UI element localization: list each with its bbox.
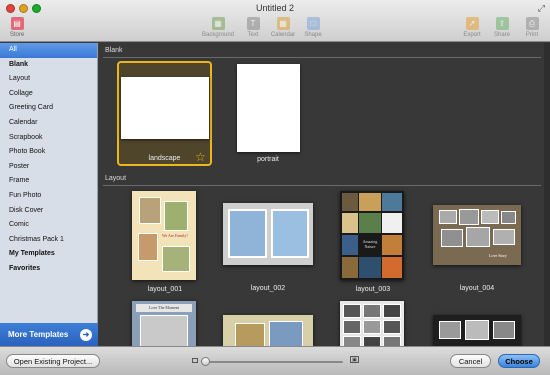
template-label: portrait — [257, 156, 279, 163]
layout-section-heading: Layout — [105, 175, 127, 182]
content-scrollbar[interactable] — [544, 43, 550, 346]
sidebar-item-layout[interactable]: Layout — [0, 72, 97, 87]
sidebar-item-scrapbook[interactable]: Scrapbook — [0, 131, 97, 146]
sidebar-item-poster[interactable]: Poster — [0, 160, 97, 175]
zoom-out-icon[interactable] — [192, 358, 198, 363]
cancel-button[interactable]: Cancel — [450, 354, 491, 368]
template-layout-006[interactable] — [223, 315, 313, 346]
text-icon: T — [246, 17, 260, 30]
sidebar-item-disk-cover[interactable]: Disk Cover — [0, 204, 97, 219]
arrow-right-icon: ➜ — [80, 328, 92, 341]
section-divider — [103, 185, 541, 186]
text-button[interactable]: T Text — [236, 17, 270, 38]
choose-button[interactable]: Choose — [498, 354, 540, 368]
sidebar-item-christmas-pack-1[interactable]: Christmas Pack 1 — [0, 233, 97, 248]
shape-label: Shape — [304, 32, 322, 38]
background-icon: ▦ — [211, 17, 225, 30]
favorite-star-icon[interactable]: ☆ — [195, 151, 206, 163]
sidebar-item-all[interactable]: All — [0, 43, 97, 58]
share-icon: ⇪ — [495, 17, 509, 30]
sidebar-item-my-templates[interactable]: My Templates — [0, 247, 97, 262]
layout-003-preview: Amazing Nature — [340, 191, 404, 280]
sidebar-item-frame[interactable]: Frame — [0, 174, 97, 189]
portrait-page-preview — [237, 64, 300, 152]
layout-002-preview — [223, 203, 313, 265]
background-label: Background — [201, 32, 235, 38]
print-button[interactable]: ⎙ Print — [515, 17, 549, 38]
window-title: Untitled 2 — [255, 3, 295, 13]
share-label: Share — [493, 32, 510, 38]
calendar-label: Calendar — [270, 32, 296, 38]
love-story-text: Love Story — [489, 253, 507, 258]
layout-007-preview — [340, 301, 404, 346]
sidebar-item-calendar[interactable]: Calendar — [0, 116, 97, 131]
bottom-bar: Open Existing Project... ▣ Cancel Choose — [0, 346, 550, 375]
sidebar-item-fun-photo[interactable]: Fun Photo — [0, 189, 97, 204]
template-layout-004[interactable]: Love Story layout_004 — [433, 205, 523, 295]
calendar-button[interactable]: ▦ Calendar — [266, 17, 300, 38]
shape-icon: □ — [306, 17, 320, 30]
template-browser: Blank landscape ☆ portrait Layout We Are… — [99, 43, 550, 346]
shape-button[interactable]: □ Shape — [296, 17, 330, 38]
export-label: Export — [463, 32, 481, 38]
blank-section-heading: Blank — [105, 47, 123, 54]
template-label: layout_003 — [355, 286, 391, 293]
zoom-slider-track[interactable] — [206, 361, 343, 363]
section-divider — [103, 57, 541, 58]
store-icon: ▤ — [10, 17, 24, 30]
more-templates-button[interactable]: More Templates ➜ — [0, 323, 98, 346]
export-icon: ↗ — [465, 17, 479, 30]
background-button[interactable]: ▦ Background — [201, 17, 235, 38]
landscape-page-preview — [121, 77, 209, 139]
more-templates-label: More Templates — [8, 330, 69, 339]
store-label: Store — [9, 32, 25, 38]
template-layout-003[interactable]: Amazing Nature layout_003 — [340, 191, 406, 295]
store-button[interactable]: ▤ Store — [0, 17, 34, 38]
layout-004-preview: Love Story — [433, 205, 521, 265]
sidebar-item-photo-book[interactable]: Photo Book — [0, 145, 97, 160]
template-layout-002[interactable]: layout_002 — [223, 203, 315, 295]
fullscreen-icon[interactable]: ⤢ — [538, 3, 545, 14]
sidebar-item-collage[interactable]: Collage — [0, 87, 97, 102]
print-label: Print — [525, 32, 539, 38]
category-sidebar: All Blank Layout Collage Greeting Card C… — [0, 43, 98, 346]
template-landscape[interactable]: landscape ☆ — [117, 61, 212, 166]
template-layout-001[interactable]: We Are Family! layout_001 — [132, 191, 198, 295]
layout-001-preview: We Are Family! — [132, 191, 196, 280]
template-layout-005[interactable]: Love The Moment — [132, 301, 196, 346]
text-label: Text — [247, 32, 259, 38]
love-the-moment-text: Love The Moment — [136, 304, 192, 312]
template-label: layout_002 — [250, 285, 286, 292]
sidebar-item-favorites[interactable]: Favorites — [0, 262, 97, 277]
template-layout-008[interactable] — [433, 315, 521, 346]
template-layout-007[interactable] — [340, 301, 404, 346]
sidebar-item-blank[interactable]: Blank — [0, 58, 97, 73]
print-icon: ⎙ — [525, 17, 539, 30]
sidebar-item-greeting-card[interactable]: Greeting Card — [0, 101, 97, 116]
amazing-nature-text: Amazing Nature — [362, 239, 378, 249]
window-toolbar: Untitled 2 ⤢ ▤ Store ▦ Background T Text… — [0, 0, 550, 42]
layout-005-preview: Love The Moment — [132, 301, 196, 346]
layout-008-preview — [433, 315, 521, 346]
template-label: layout_001 — [147, 286, 183, 293]
zoom-in-icon[interactable]: ▣ — [350, 356, 359, 363]
zoom-slider-knob[interactable] — [201, 357, 210, 366]
sidebar-item-comic[interactable]: Comic — [0, 218, 97, 233]
open-existing-project-button[interactable]: Open Existing Project... — [6, 354, 100, 368]
calendar-icon: ▦ — [276, 17, 290, 30]
export-button[interactable]: ↗ Export — [455, 17, 489, 38]
we-are-family-text: We Are Family! — [162, 233, 188, 238]
template-label: layout_004 — [459, 285, 495, 292]
layout-006-preview — [223, 315, 313, 346]
template-portrait[interactable]: portrait — [236, 63, 300, 169]
share-button[interactable]: ⇪ Share — [485, 17, 519, 38]
